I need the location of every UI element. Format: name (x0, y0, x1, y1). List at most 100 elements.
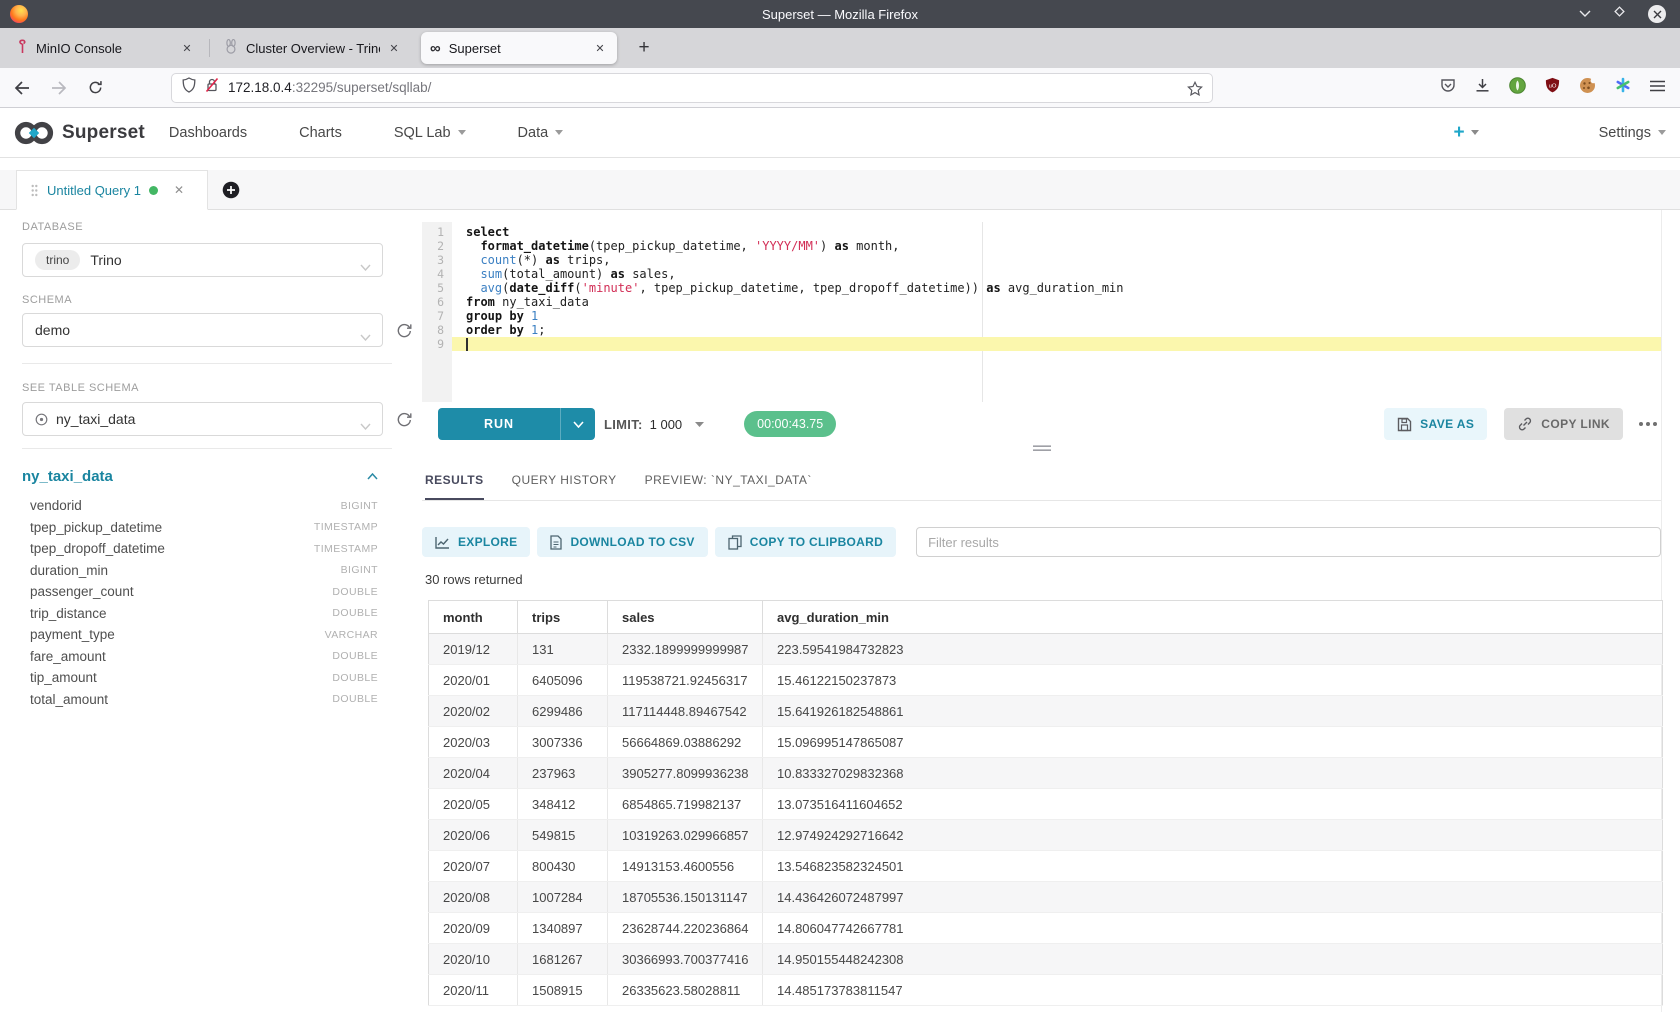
limit-dropdown[interactable]: LIMIT: 1 000 (604, 417, 704, 432)
tab-results[interactable]: RESULTS (425, 473, 484, 500)
column-row[interactable]: duration_minBIGINT (22, 560, 378, 582)
more-options-icon[interactable] (1635, 416, 1661, 432)
superset-favicon: ∞ (430, 41, 441, 56)
browser-tab-title: Cluster Overview - Trino (246, 41, 380, 56)
column-row[interactable]: trip_distanceDOUBLE (22, 603, 378, 625)
table-row[interactable]: 2020/016405096119538721.9245631715.46122… (429, 665, 1663, 696)
table-cell: 2020/05 (429, 789, 518, 820)
tab-close-icon[interactable]: ✕ (386, 42, 402, 55)
code-line-active (452, 337, 1661, 351)
brand-name: Superset (62, 122, 145, 144)
new-item-button[interactable]: + (1453, 122, 1478, 144)
database-select[interactable]: trino Trino (22, 243, 383, 277)
add-query-tab-button[interactable] (208, 170, 254, 209)
column-row[interactable]: fare_amountDOUBLE (22, 646, 378, 668)
nav-data[interactable]: Data (518, 125, 564, 141)
column-row[interactable]: tpep_dropoff_datetimeTIMESTAMP (22, 538, 378, 560)
browser-tab-minio[interactable]: MinIO Console ✕ (8, 32, 204, 64)
table-row[interactable]: 2020/053484126854865.71998213713.0735164… (429, 789, 1663, 820)
refresh-table-icon[interactable] (396, 411, 413, 427)
copy-link-button[interactable]: COPY LINK (1504, 408, 1623, 440)
table-header-cell[interactable]: avg_duration_min (763, 601, 1663, 634)
table-row[interactable]: 2020/0780043014913153.460055613.54682358… (429, 851, 1663, 882)
chevron-down-icon (573, 421, 584, 428)
table-row[interactable]: 2020/042379633905277.809993623810.833327… (429, 758, 1663, 789)
column-row[interactable]: vendoridBIGINT (22, 495, 378, 517)
table-select[interactable]: ny_taxi_data (22, 402, 383, 436)
insecure-lock-icon[interactable] (205, 77, 219, 98)
table-row[interactable]: 2019/121312332.1899999999987223.59541984… (429, 634, 1663, 665)
editor-code[interactable]: select format_datetime(tpep_pickup_datet… (452, 222, 1661, 402)
pane-splitter[interactable] (422, 440, 1661, 457)
filter-results-input[interactable] (916, 527, 1661, 557)
database-tag: trino (35, 250, 80, 270)
column-list: vendoridBIGINTtpep_pickup_datetimeTIMEST… (22, 495, 378, 710)
downloads-icon[interactable] (1475, 78, 1490, 98)
shield-icon[interactable] (182, 77, 196, 98)
refresh-schema-icon[interactable] (396, 322, 413, 338)
table-cell: 6854865.719982137 (608, 789, 763, 820)
column-row[interactable]: tip_amountDOUBLE (22, 667, 378, 689)
table-row[interactable]: 2020/11150891526335623.5802881114.485173… (429, 975, 1663, 1006)
reload-icon[interactable] (82, 80, 109, 95)
superset-logo[interactable]: Superset (12, 118, 145, 148)
cookie-icon[interactable] (1579, 77, 1596, 99)
tab-close-icon[interactable]: ✕ (179, 42, 195, 55)
table-row[interactable]: 2020/0654981510319263.02996685712.974924… (429, 820, 1663, 851)
tab-preview[interactable]: PREVIEW: `NY_TAXI_DATA` (645, 473, 812, 500)
copy-clipboard-button[interactable]: COPY TO CLIPBOARD (715, 527, 896, 557)
tab-close-icon[interactable]: ✕ (592, 42, 608, 55)
table-header-cell[interactable]: month (429, 601, 518, 634)
download-csv-button[interactable]: DOWNLOAD TO CSV (537, 527, 707, 557)
query-tab-close-icon[interactable]: ✕ (174, 183, 184, 197)
table-row[interactable]: 2020/08100728418705536.15013114714.43642… (429, 882, 1663, 913)
window-maximize-icon[interactable] (1613, 5, 1626, 23)
save-as-button[interactable]: SAVE AS (1384, 408, 1487, 440)
back-icon[interactable] (8, 81, 35, 95)
tab-query-history[interactable]: QUERY HISTORY (512, 473, 617, 500)
column-type: DOUBLE (332, 650, 378, 662)
collapse-chevron-icon[interactable] (367, 467, 378, 485)
url-bar[interactable]: 172.18.0.4 :32295/superset/sqllab/ (171, 73, 1213, 103)
run-label[interactable]: RUN (438, 417, 560, 431)
column-row[interactable]: passenger_countDOUBLE (22, 581, 378, 603)
ublock-icon[interactable]: uO (1545, 77, 1560, 98)
extension-green-icon[interactable] (1509, 77, 1526, 99)
column-type: BIGINT (341, 564, 378, 576)
browser-tab-trino[interactable]: Cluster Overview - Trino ✕ (215, 32, 411, 64)
column-row[interactable]: total_amountDOUBLE (22, 689, 378, 711)
sql-editor[interactable]: 123456789 select format_datetime(tpep_pi… (422, 222, 1661, 402)
window-close-icon[interactable] (1648, 5, 1666, 23)
row-count-status: 30 rows returned (422, 572, 1661, 587)
table-cell: 1007284 (518, 882, 608, 913)
run-button[interactable]: RUN (438, 408, 595, 440)
bookmark-star-icon[interactable] (1187, 81, 1203, 101)
explore-button[interactable]: EXPLORE (422, 527, 530, 557)
column-row[interactable]: tpep_pickup_datetimeTIMESTAMP (22, 517, 378, 539)
extension-asterisk-icon[interactable] (1615, 77, 1631, 98)
save-icon (1397, 417, 1412, 432)
browser-toolbar: 172.18.0.4 :32295/superset/sqllab/ uO (0, 68, 1680, 108)
pocket-icon[interactable] (1440, 78, 1456, 98)
window-title: Superset — Mozilla Firefox (0, 7, 1680, 22)
run-options-caret[interactable] (560, 408, 595, 440)
new-tab-button[interactable]: + (631, 37, 657, 59)
table-header-cell[interactable]: sales (608, 601, 763, 634)
table-row[interactable]: 2020/09134089723628744.22023686414.80604… (429, 913, 1663, 944)
column-row[interactable]: payment_typeVARCHAR (22, 624, 378, 646)
chevron-down-icon (360, 417, 371, 435)
table-row[interactable]: 2020/026299486117114448.8946754215.64192… (429, 696, 1663, 727)
table-header-cell[interactable]: trips (518, 601, 608, 634)
menu-hamburger-icon[interactable] (1650, 79, 1665, 97)
table-row[interactable]: 2020/03300733656664869.0388629215.096995… (429, 727, 1663, 758)
column-type: TIMESTAMP (314, 543, 378, 555)
nav-dashboards[interactable]: Dashboards (169, 125, 247, 141)
window-minimize-icon[interactable] (1579, 5, 1591, 23)
nav-charts[interactable]: Charts (299, 125, 342, 141)
browser-tab-superset[interactable]: ∞ Superset ✕ (421, 32, 617, 64)
query-tab[interactable]: Untitled Query 1 ✕ (16, 170, 208, 210)
table-row[interactable]: 2020/10168126730366993.70037741614.95015… (429, 944, 1663, 975)
nav-sql-lab[interactable]: SQL Lab (394, 125, 466, 141)
schema-select[interactable]: demo (22, 313, 383, 347)
settings-menu[interactable]: Settings (1599, 125, 1666, 141)
